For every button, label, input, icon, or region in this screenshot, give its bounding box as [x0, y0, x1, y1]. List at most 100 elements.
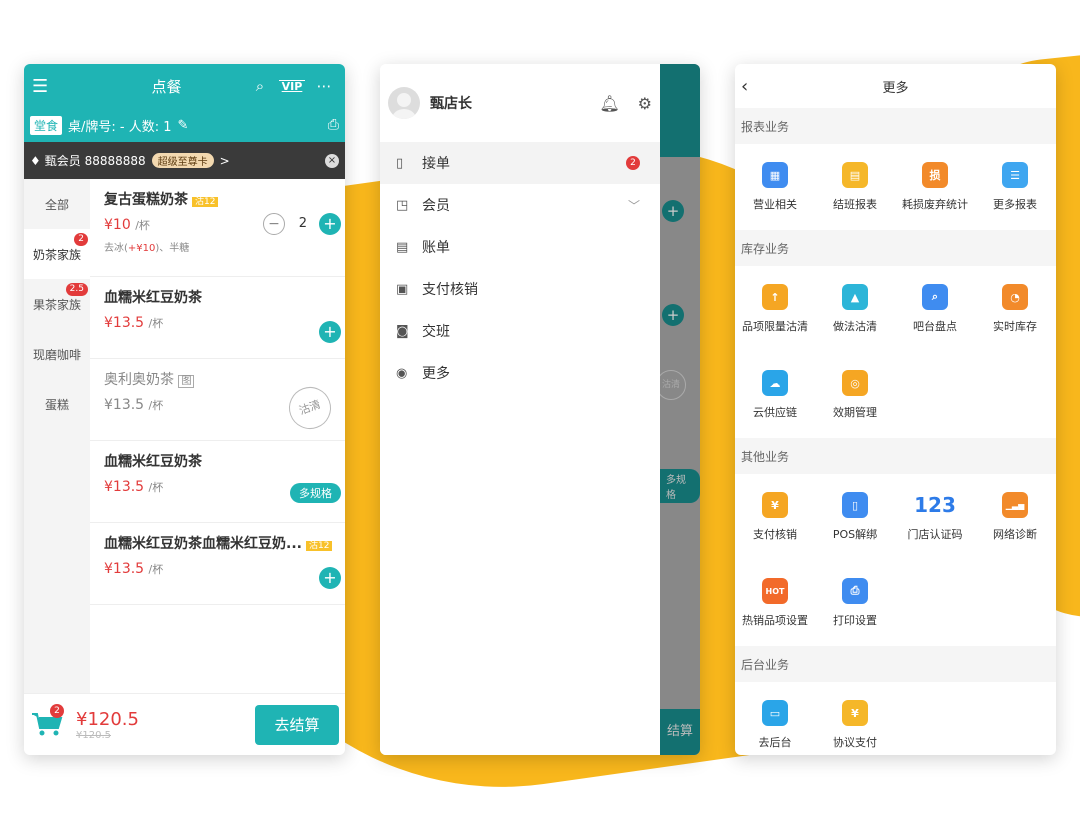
feature-item[interactable]: ⎙ 打印设置	[815, 560, 895, 646]
feature-item[interactable]: ▯ POS解绑	[815, 474, 895, 560]
feature-item[interactable]: 123 门店认证码	[895, 474, 975, 560]
feature-label: POS解绑	[832, 528, 878, 541]
feature-item[interactable]: ↑ 品项限量沽清	[735, 266, 815, 352]
option-note: 去冰(	[104, 243, 128, 254]
ordering-header: ☰ 点餐 ⌕ VIP ⋯ 堂食 桌/牌号: - 人数: 1 ✎ ⎙	[24, 64, 345, 142]
drawer-item-payment[interactable]: ▣ 支付核销	[380, 268, 660, 310]
feature-item[interactable]: ☁ 云供应链	[735, 352, 815, 438]
product-item[interactable]: 血糯米红豆奶茶 ¥13.5 /杯 +	[90, 277, 345, 359]
product-price: ¥13.5	[104, 315, 145, 331]
feature-label: 支付核销	[753, 528, 797, 541]
feature-item[interactable]: ▲ 做法沽清	[815, 266, 895, 352]
settings-icon[interactable]: ⚙	[638, 94, 652, 113]
category-label: 现磨咖啡	[32, 347, 81, 362]
feature-item[interactable]: 损耗损废弃统计	[895, 144, 975, 230]
more-icon[interactable]: ⋯	[311, 77, 337, 95]
drawer-item-member[interactable]: ◳ 会员 ﹀	[380, 184, 660, 226]
expiry-icon: ◎	[842, 370, 868, 396]
feature-label: 耗损废弃统计	[902, 198, 968, 211]
member-card-badge: 超级至尊卡	[151, 153, 214, 168]
menu-icon[interactable]: ☰	[32, 76, 56, 97]
price-unit: /杯	[148, 317, 164, 330]
category-coffee[interactable]: 现磨咖啡	[24, 329, 90, 379]
member-icon: ◳	[396, 197, 409, 213]
section-title: 其他业务	[735, 438, 1056, 474]
table-info: 桌/牌号: - 人数: 1	[68, 119, 172, 135]
add-button[interactable]: +	[319, 567, 341, 589]
feature-item[interactable]: ◔ 实时库存	[975, 266, 1055, 352]
feature-item[interactable]: ▤ 结班报表	[815, 144, 895, 230]
sold-out-stamp: 沽清	[283, 381, 337, 435]
product-price: ¥13.5	[104, 479, 145, 495]
checkout-button[interactable]: 去结算	[255, 704, 339, 745]
feature-label: 吧台盘点	[913, 320, 957, 333]
cloud-icon: ☁	[762, 370, 788, 396]
product-name: 奥利奥奶茶	[104, 372, 174, 388]
product-item[interactable]: 复古蛋糕奶茶 沽12 ¥10 /杯 去冰(+¥10)、半糖 − 2 +	[90, 179, 345, 277]
feature-item[interactable]: ⌕ 吧台盘点	[895, 266, 975, 352]
dine-in-tag[interactable]: 堂食	[30, 115, 63, 135]
stock-tag: 沽12	[305, 541, 333, 551]
chevron-down-icon: ﹀	[627, 198, 640, 213]
multi-spec-button[interactable]: 多规格	[290, 483, 341, 503]
feature-grid: ▭ 去后台 ¥ 协议支付	[735, 682, 1056, 755]
category-cake[interactable]: 蛋糕	[24, 379, 90, 429]
category-fruit-tea[interactable]: 果茶家族 2.5	[24, 279, 90, 329]
section-title: 后台业务	[735, 646, 1056, 682]
drawer-item-label: 支付核销	[422, 282, 478, 298]
hot-icon: HOT	[762, 578, 788, 604]
drawer-item-orders[interactable]: ▯ 接单 2	[380, 142, 660, 184]
product-price: ¥10	[104, 217, 131, 233]
pay-icon: ¥	[762, 492, 788, 518]
feature-item[interactable]: ▭ 去后台	[735, 682, 815, 755]
backend-icon: ▭	[762, 700, 788, 726]
drawer-item-label: 账单	[422, 240, 450, 256]
feature-item[interactable]: ☰ 更多报表	[975, 144, 1055, 230]
orders-badge: 2	[626, 156, 640, 170]
feature-item[interactable]: HOT 热销品项设置	[735, 560, 815, 646]
feature-item[interactable]: ▦ 营业相关	[735, 144, 815, 230]
multi-spec-button: 多规格	[660, 469, 700, 503]
image-badge: 图	[178, 375, 195, 388]
stock-icon: ◔	[1002, 284, 1028, 310]
add-button[interactable]: +	[319, 321, 341, 343]
quantity-value: 2	[298, 216, 307, 231]
product-item[interactable]: 血糯米红豆奶茶 ¥13.5 /杯 多规格	[90, 441, 345, 523]
bill-icon: ▤	[396, 239, 409, 255]
feature-item[interactable]: ¥ 支付核销	[735, 474, 815, 560]
page-title: 点餐	[151, 77, 182, 96]
drawer-item-label: 交班	[422, 324, 450, 340]
feature-item[interactable]: ▁▃▅ 网络诊断	[975, 474, 1055, 560]
avatar[interactable]	[388, 87, 420, 119]
cart-icon[interactable]: 2	[30, 703, 66, 740]
decrease-button[interactable]: −	[263, 213, 285, 235]
category-milk-tea[interactable]: 奶茶家族 2	[24, 229, 90, 279]
drawer-item-bill[interactable]: ▤ 账单	[380, 226, 660, 268]
drawer-item-shift[interactable]: ◙ 交班	[380, 310, 660, 352]
member-bar[interactable]: ♦ 甄会员 88888888 超级至尊卡 > ×	[24, 142, 345, 179]
print-icon[interactable]: ⎙	[328, 117, 339, 133]
store-icon: ▦	[762, 162, 788, 188]
dimmed-background[interactable]: + + 沽清 多规格 结算	[656, 64, 700, 755]
close-icon[interactable]: ×	[325, 153, 339, 168]
feature-label: 更多报表	[993, 198, 1037, 211]
category-badge: 2	[74, 233, 88, 246]
feature-label: 做法沽清	[833, 320, 877, 333]
category-all[interactable]: 全部	[24, 179, 90, 229]
feature-item[interactable]: ◎ 效期管理	[815, 352, 895, 438]
chevron-right-icon: >	[219, 153, 230, 168]
vip-button[interactable]: VIP	[279, 79, 305, 93]
report-icon: ▤	[842, 162, 868, 188]
edit-icon[interactable]: ✎	[178, 118, 189, 133]
drawer-item-more[interactable]: ◉ 更多	[380, 352, 660, 394]
feature-item[interactable]: ¥ 协议支付	[815, 682, 895, 755]
product-item[interactable]: 血糯米红豆奶茶血糯米红豆奶... 沽12 ¥13.5 /杯 +	[90, 523, 345, 605]
member-info: 甄会员 88888888	[44, 154, 146, 168]
bell-icon[interactable]: 🔔︎	[599, 94, 619, 113]
code-icon: 123	[914, 493, 956, 517]
drawer-item-label: 接单	[422, 156, 450, 172]
feature-label: 云供应链	[753, 406, 797, 419]
feature-label: 实时库存	[993, 320, 1037, 333]
search-icon[interactable]: ⌕	[247, 77, 273, 95]
add-button[interactable]: +	[319, 213, 341, 235]
